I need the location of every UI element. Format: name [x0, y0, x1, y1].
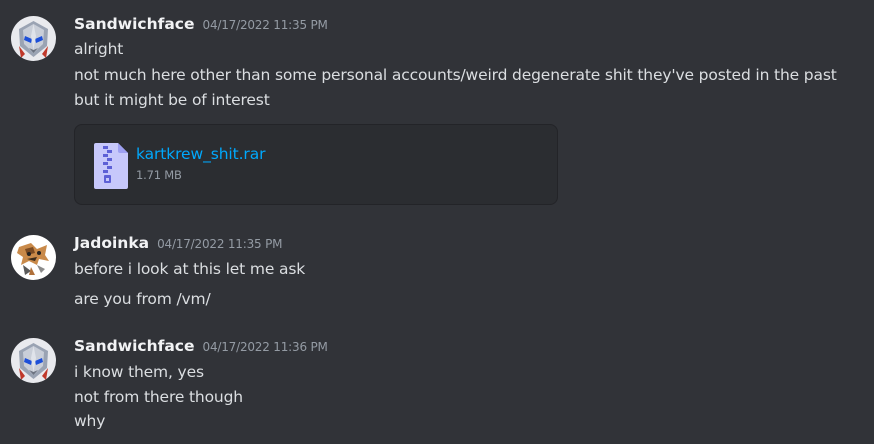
attachment-filename-link[interactable]: kartkrew_shit.rar [136, 145, 265, 163]
timestamp[interactable]: 04/17/2022 11:35 PM [203, 18, 328, 32]
message-text: before i look at this let me ask [74, 260, 306, 278]
message-header: Sandwichface 04/17/2022 11:35 PM [74, 15, 328, 37]
message-header: Jadoinka 04/17/2022 11:35 PM [74, 234, 282, 256]
username[interactable]: Sandwichface [74, 337, 195, 355]
message-text: not much here other than some personal a… [74, 66, 837, 84]
avatar[interactable] [11, 235, 56, 280]
username[interactable]: Jadoinka [74, 234, 149, 252]
timestamp[interactable]: 04/17/2022 11:35 PM [157, 237, 282, 251]
message-text: why [74, 412, 106, 430]
cartoon-character-avatar-icon [11, 235, 56, 280]
message-text: i know them, yes [74, 363, 204, 381]
message-text: but it might be of interest [74, 91, 270, 109]
robot-mask-avatar-icon [11, 16, 56, 61]
avatar[interactable] [11, 338, 56, 383]
message-text: alright [74, 40, 124, 58]
file-attachment: kartkrew_shit.rar 1.71 MB [74, 124, 558, 205]
attachment-file-size: 1.71 MB [136, 168, 182, 182]
message-header: Sandwichface 04/17/2022 11:36 PM [74, 337, 328, 359]
avatar[interactable] [11, 16, 56, 61]
zip-archive-file-icon [94, 143, 128, 189]
message-text: are you from /vm/ [74, 290, 211, 308]
timestamp[interactable]: 04/17/2022 11:36 PM [203, 340, 328, 354]
message-text: not from there though [74, 388, 243, 406]
robot-mask-avatar-icon [11, 338, 56, 383]
username[interactable]: Sandwichface [74, 15, 195, 33]
